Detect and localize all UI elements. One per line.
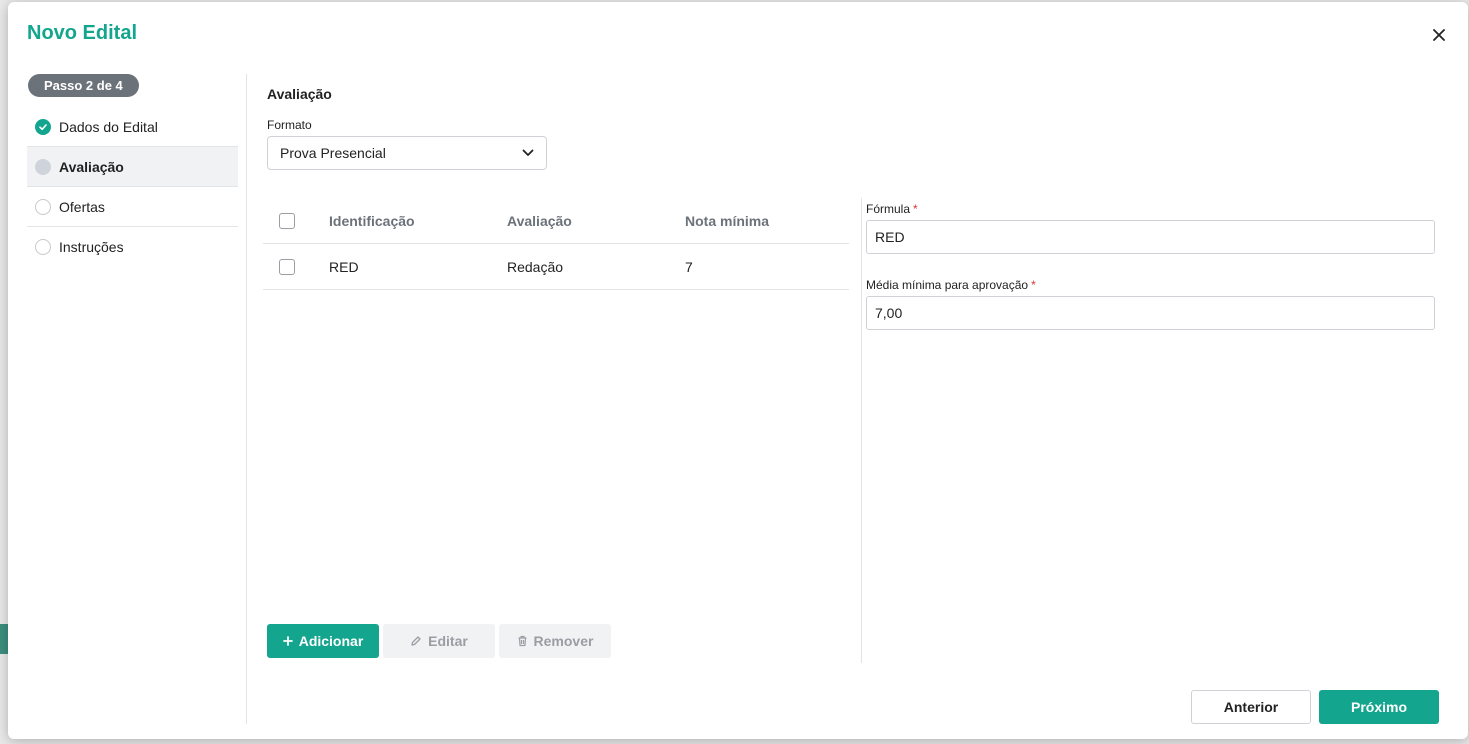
check-circle-icon xyxy=(35,118,51,135)
cell-identificacao: RED xyxy=(329,258,359,275)
new-edital-modal: Novo Edital Passo 2 de 4 Dados do Edital… xyxy=(8,2,1468,739)
sidebar-divider xyxy=(246,74,247,724)
chevron-down-icon xyxy=(522,149,534,156)
close-button[interactable] xyxy=(1430,26,1448,44)
required-mark: * xyxy=(913,202,918,216)
column-header-identificacao[interactable]: Identificação xyxy=(329,213,507,229)
add-button[interactable]: Adicionar xyxy=(267,624,379,658)
edit-button[interactable]: Editar xyxy=(383,624,495,658)
column-header-avaliacao[interactable]: Avaliação xyxy=(507,213,685,229)
step-label: Avaliação xyxy=(59,158,124,175)
close-icon xyxy=(1433,29,1445,41)
step-item-ofertas[interactable]: Ofertas xyxy=(27,187,238,227)
min-average-label: Média mínima para aprovação * xyxy=(866,278,1036,292)
section-title: Avaliação xyxy=(267,86,332,102)
step-label: Instruções xyxy=(59,239,124,255)
formula-input[interactable] xyxy=(866,220,1435,254)
step-item-instrucoes[interactable]: Instruções xyxy=(27,227,238,267)
cell-avaliacao: Redação xyxy=(507,258,564,275)
evaluation-table: Identificação Avaliação Nota mínima RED … xyxy=(263,198,849,290)
table-actions: Adicionar Editar Remover xyxy=(267,624,611,658)
format-label: Formato xyxy=(267,118,312,132)
required-mark: * xyxy=(1031,278,1036,292)
min-average-label-text: Média mínima para aprovação xyxy=(866,278,1029,292)
plus-icon xyxy=(282,636,293,646)
stepper-sidebar: Passo 2 de 4 Dados do Edital Avaliação O… xyxy=(27,74,238,267)
edit-button-label: Editar xyxy=(428,633,468,649)
add-button-label: Adicionar xyxy=(298,633,364,649)
column-header-nota-minima[interactable]: Nota mínima xyxy=(685,213,849,229)
formula-label: Fórmula * xyxy=(866,202,918,216)
remove-button-label: Remover xyxy=(533,633,594,649)
formula-label-text: Fórmula xyxy=(866,202,911,216)
backdrop-accent xyxy=(0,624,8,654)
step-list: Dados do Edital Avaliação Ofertas Instru… xyxy=(27,107,238,267)
empty-circle-icon xyxy=(35,239,51,255)
step-item-dados-do-edital[interactable]: Dados do Edital xyxy=(27,107,238,147)
previous-button[interactable]: Anterior xyxy=(1191,690,1311,724)
select-all-checkbox[interactable] xyxy=(279,212,295,229)
step-item-avaliacao[interactable]: Avaliação xyxy=(27,147,238,187)
current-step-icon xyxy=(35,158,51,175)
table-row[interactable]: RED Redação 7 xyxy=(263,244,849,290)
min-average-input[interactable] xyxy=(866,296,1435,330)
format-select-value: Prova Presencial xyxy=(280,145,386,161)
trash-icon xyxy=(518,635,527,647)
step-label: Dados do Edital xyxy=(59,118,158,135)
pencil-icon xyxy=(411,636,421,646)
next-button[interactable]: Próximo xyxy=(1319,690,1439,724)
step-badge: Passo 2 de 4 xyxy=(28,74,139,97)
format-select[interactable]: Prova Presencial xyxy=(267,136,547,170)
modal-title: Novo Edital xyxy=(27,22,138,44)
row-checkbox[interactable] xyxy=(279,258,295,275)
empty-circle-icon xyxy=(35,198,51,215)
table-header-row: Identificação Avaliação Nota mínima xyxy=(263,198,849,244)
remove-button[interactable]: Remover xyxy=(499,624,611,658)
step-label: Ofertas xyxy=(59,198,105,215)
panel-divider xyxy=(861,198,862,663)
cell-nota-minima: 7 xyxy=(685,258,693,275)
